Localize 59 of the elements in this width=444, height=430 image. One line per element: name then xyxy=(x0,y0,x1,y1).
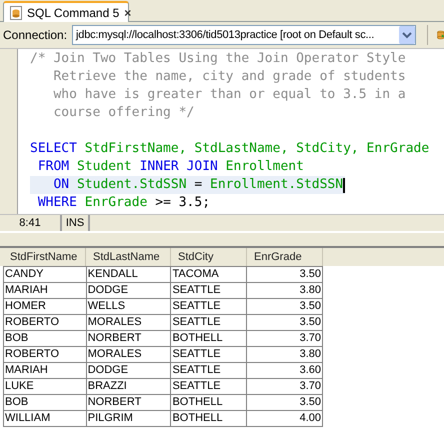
table-cell: DODGE xyxy=(86,283,172,299)
table-cell: BRAZZI xyxy=(86,379,172,395)
splitter-bar[interactable] xyxy=(0,231,444,248)
table-cell: ROBERTO xyxy=(4,315,87,331)
table-cell: 3.50 xyxy=(247,299,323,315)
table-cell: SEATTLE xyxy=(171,283,248,299)
column-header[interactable]: StdCity xyxy=(171,248,247,266)
table-cell: 3.60 xyxy=(247,363,323,379)
database-icon xyxy=(10,6,22,20)
code-line: course offering */ xyxy=(52,104,194,122)
table-cell: WILLIAM xyxy=(4,411,87,427)
code-line: SELECT StdFirstName, StdLastName, StdCity, EnrGrade xyxy=(30,140,430,158)
table-cell: SEATTLE xyxy=(171,363,248,379)
table-cell: WELLS xyxy=(86,299,172,315)
table-cell: 3.50 xyxy=(247,315,323,331)
connection-label: Connection: xyxy=(3,27,68,44)
table-cell: ROBERTO xyxy=(4,347,87,363)
table-cell: 3.50 xyxy=(247,395,323,411)
table-cell: SEATTLE xyxy=(171,315,248,331)
table-cell: KENDALL xyxy=(86,267,172,283)
table-cell: 3.50 xyxy=(247,267,323,283)
table-cell: 3.80 xyxy=(247,283,323,299)
code-line: who have is greater than or equal to 3.5 in a xyxy=(52,86,406,104)
tab-title: SQL Command 5 xyxy=(27,4,120,22)
table-cell: MARIAH xyxy=(4,363,87,379)
code-line: WHERE EnrGrade >= 3.5; xyxy=(36,194,210,212)
code-line: FROM Student INNER JOIN Enrollment xyxy=(36,158,304,176)
table-cell: SEATTLE xyxy=(171,347,248,363)
table-cell: SEATTLE xyxy=(171,299,248,315)
column-header[interactable]: EnrGrade xyxy=(247,248,323,266)
connection-dropdown[interactable]: jdbc:mysql://localhost:3306/tid5013practice [root on Default sc... xyxy=(72,25,416,45)
table-cell: MORALES xyxy=(86,315,172,331)
column-header[interactable]: StdFirstName xyxy=(3,248,86,266)
table-cell: BOTHELL xyxy=(171,331,248,347)
table-cell: MORALES xyxy=(86,347,172,363)
table-cell: MARIAH xyxy=(4,283,87,299)
text-cursor xyxy=(343,178,346,192)
table-cell: PILGRIM xyxy=(86,411,172,427)
table-cell: 3.80 xyxy=(247,347,323,363)
code-line: /* Join Two Tables Using the Join Operator Style xyxy=(30,50,406,68)
table-cell: BOTHELL xyxy=(171,411,248,427)
table-cell: 3.70 xyxy=(247,379,323,395)
table-cell: NORBERT xyxy=(86,331,172,347)
table-cell: NORBERT xyxy=(86,395,172,411)
table-cell: BOTHELL xyxy=(171,395,248,411)
table-cell: BOB xyxy=(4,331,87,347)
table-cell: 4.00 xyxy=(247,411,323,427)
table-cell: LUKE xyxy=(4,379,87,395)
table-cell: CANDY xyxy=(4,267,87,283)
code-line: Retrieve the name, city and grade of students xyxy=(52,68,406,86)
table-cell: TACOMA xyxy=(171,267,248,283)
table-cell: DODGE xyxy=(86,363,172,379)
tab[interactable]: SQL Command 5 × xyxy=(3,1,129,22)
table-cell: 3.70 xyxy=(247,331,323,347)
column-header[interactable]: StdLastName xyxy=(86,248,171,266)
table-cell: SEATTLE xyxy=(171,379,248,395)
table-cell: BOB xyxy=(4,395,87,411)
close-button[interactable]: × xyxy=(124,4,132,22)
table-cell: HOMER xyxy=(4,299,87,315)
